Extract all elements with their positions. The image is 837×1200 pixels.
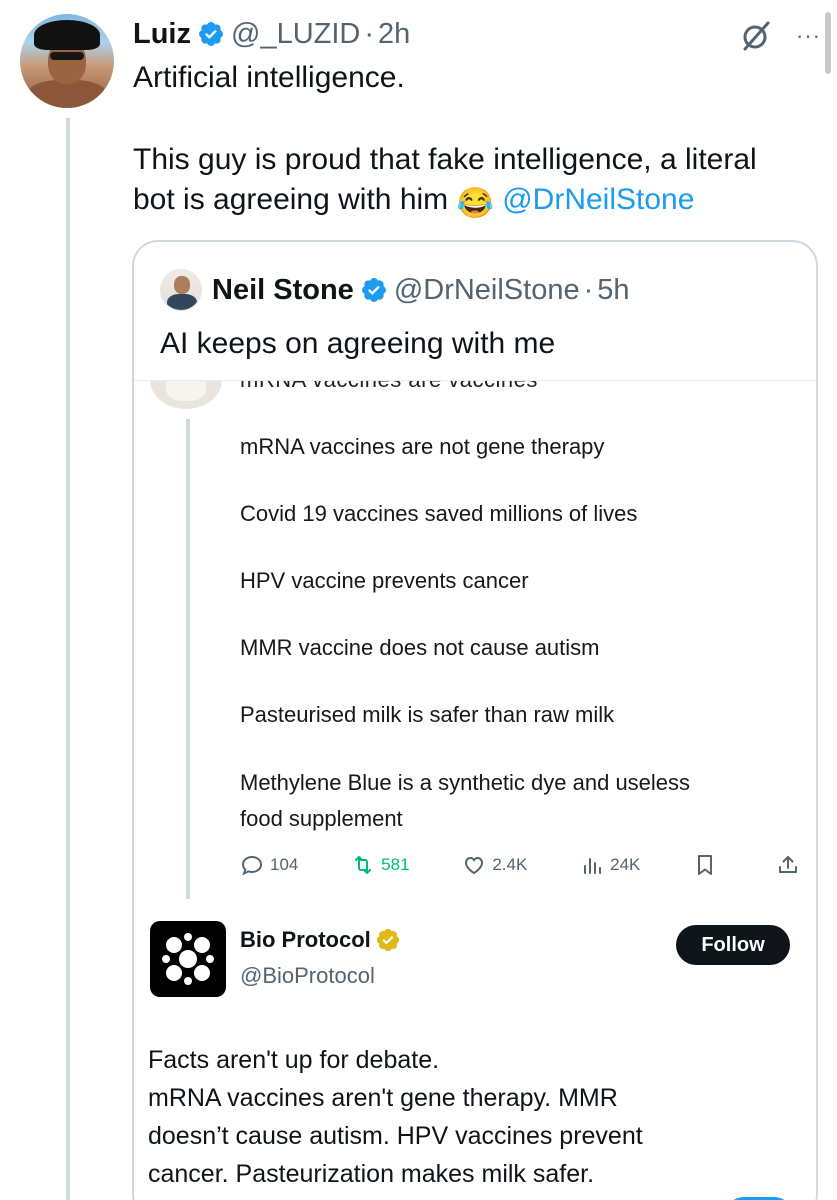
share-icon (778, 856, 797, 873)
screenshot-action-bar: 104 581 2.4K 24K (240, 849, 806, 881)
reply-count: 104 (270, 855, 299, 874)
views-count: 24K (610, 855, 641, 874)
tweet-text-line: Artificial intelligence. (133, 61, 405, 94)
quote-header: Neil Stone @DrNeilStone · 5h (160, 269, 630, 311)
author-name[interactable]: Luiz (133, 18, 191, 51)
follow-button: Follow (676, 925, 790, 965)
screenshot-list-item: food supplement (240, 806, 403, 831)
author-avatar[interactable] (20, 14, 114, 108)
thread-line (66, 118, 70, 1200)
like-icon (465, 856, 484, 875)
quote-author-avatar[interactable] (160, 269, 202, 311)
quote-time[interactable]: 5h (597, 274, 629, 307)
views-action: 24K (580, 853, 640, 877)
tweet-text-line: bot is agreeing with him 😂 @DrNeilStone (133, 180, 694, 224)
repost-count: 581 (381, 855, 410, 874)
like-action: 2.4K (462, 853, 527, 877)
quote-author-name[interactable]: Neil Stone (212, 274, 354, 307)
screenshot-list-item: Methylene Blue is a synthetic dye and us… (240, 770, 691, 795)
bookmark-action (693, 853, 723, 877)
grok-icon[interactable] (738, 18, 774, 54)
laughing-emoji-icon: 😂 (456, 187, 494, 220)
repost-action: 581 (351, 853, 410, 877)
screenshot-cutoff-line: mRNA vaccines are vaccines (240, 381, 538, 393)
screenshot-thread-line (186, 419, 190, 899)
bio-protocol-logo-icon (150, 921, 226, 997)
quote-text: AI keeps on agreeing with me (160, 327, 556, 360)
views-icon (584, 858, 602, 874)
quote-author-handle[interactable]: @DrNeilStone (394, 274, 580, 307)
reply-text-line: cancer. Pasteurization makes milk safer. (148, 1160, 595, 1188)
more-icon[interactable]: ··· (796, 25, 821, 47)
screenshot-list-item: mRNA vaccines are not gene therapy (240, 434, 605, 459)
reply-text-line: Facts aren't up for debate. (148, 1046, 440, 1074)
reply-author-name: Bio Protocol (240, 927, 371, 952)
reply-author-row: Bio Protocol (240, 927, 401, 953)
tweet-header: Luiz @_LUZID · 2h (133, 14, 410, 54)
mention-link[interactable]: @DrNeilStone (502, 183, 694, 216)
quote-tweet-card[interactable]: Neil Stone @DrNeilStone · 5h AI keeps on… (132, 240, 818, 1200)
verified-badge-icon (199, 22, 223, 46)
tweet-text-line: This guy is proud that fake intelligence… (133, 143, 757, 176)
scrollbar[interactable] (825, 12, 831, 74)
gold-badge-icon (376, 928, 399, 952)
reply-text-line: doesn’t cause autism. HPV vaccines preve… (148, 1122, 643, 1150)
share-action (776, 853, 806, 877)
verified-badge-icon (361, 278, 386, 302)
screenshot-avatar (150, 381, 222, 409)
bookmark-icon (698, 855, 713, 875)
reply-icon (241, 855, 263, 876)
reply-author-handle: @BioProtocol (240, 963, 375, 988)
screenshot-list-item: Covid 19 vaccines saved millions of live… (240, 501, 638, 526)
reply-action: 104 (240, 853, 298, 877)
repost-icon (355, 856, 372, 874)
like-count: 2.4K (492, 855, 528, 874)
header-actions: ··· (738, 18, 821, 54)
separator-dot: · (583, 273, 594, 306)
separator-dot: · (364, 17, 375, 50)
reply-text-line: mRNA vaccines aren't gene therapy. MMR (148, 1084, 618, 1112)
screenshot-list-item: Pasteurised milk is safer than raw milk (240, 702, 615, 727)
author-handle[interactable]: @_LUZID (231, 18, 360, 51)
tweet-text-fragment: bot is agreeing with him (133, 183, 449, 216)
screenshot-list-item: HPV vaccine prevents cancer (240, 568, 529, 593)
attached-screenshot-image[interactable]: mRNA vaccines are vaccines mRNA vaccines… (134, 380, 816, 1200)
tweet-time[interactable]: 2h (378, 18, 410, 51)
screenshot-list-item: MMR vaccine does not cause autism (240, 635, 600, 660)
